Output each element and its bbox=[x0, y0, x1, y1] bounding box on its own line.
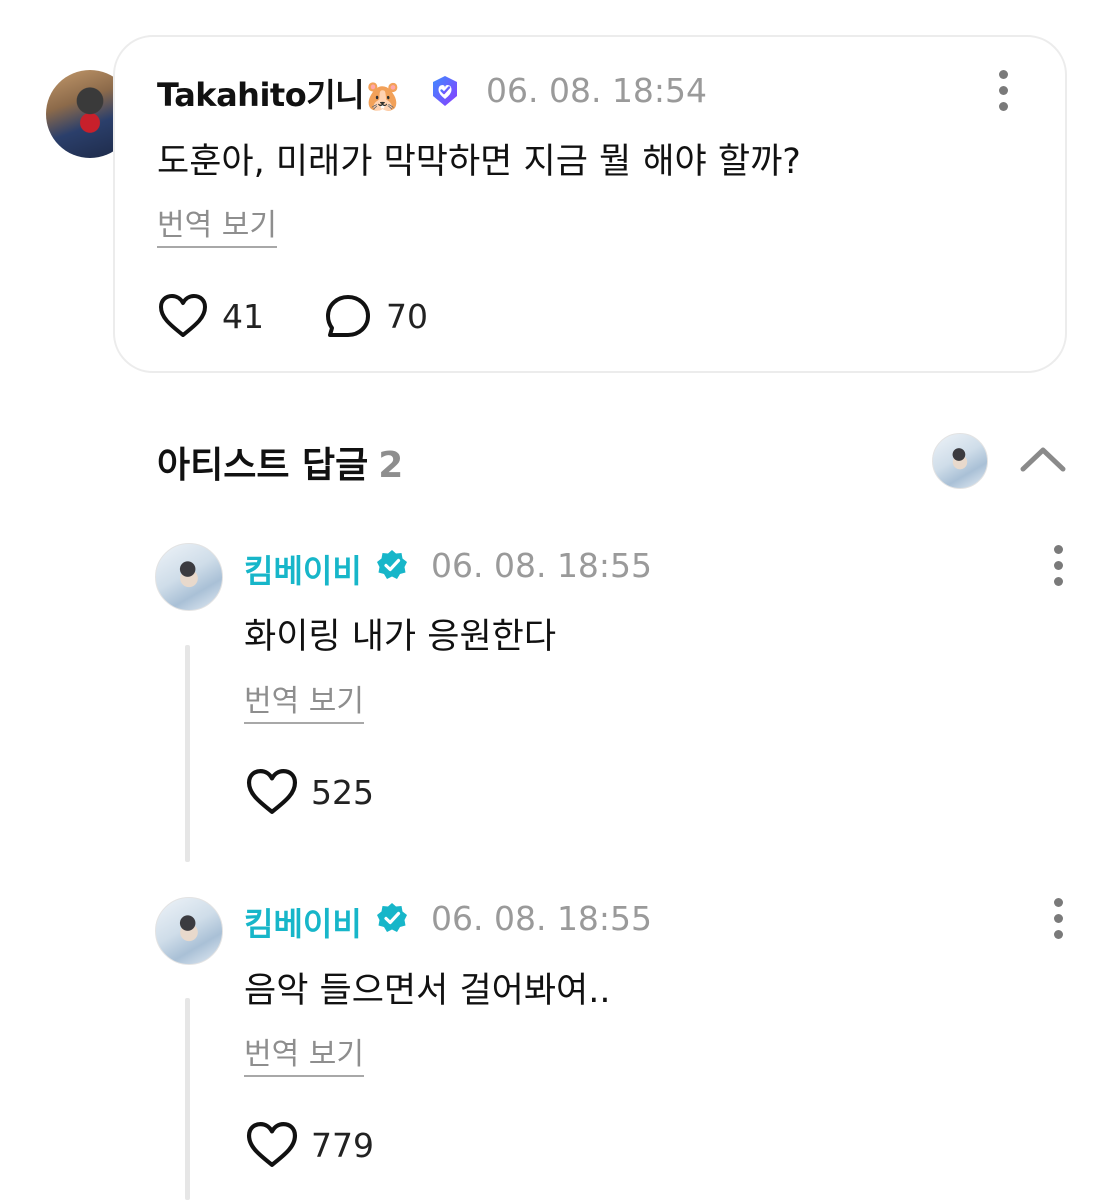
artist-avatar-small[interactable] bbox=[932, 433, 988, 489]
post-comment-count: 70 bbox=[386, 297, 428, 336]
artist-replies-count: 2 bbox=[378, 445, 404, 486]
speech-bubble-icon[interactable] bbox=[324, 293, 372, 341]
reply-1-timestamp: 06. 08. 18:55 bbox=[431, 546, 653, 585]
heart-outline-icon[interactable] bbox=[158, 293, 208, 339]
reply-2-more-icon[interactable] bbox=[1049, 898, 1069, 942]
reply-2-avatar[interactable] bbox=[155, 897, 223, 965]
verified-check-badge-icon bbox=[377, 903, 407, 932]
verified-check-badge-icon bbox=[377, 550, 407, 579]
reply-2-translate-link[interactable]: 번역 보기 bbox=[244, 1029, 364, 1077]
reply-1-like-count: 525 bbox=[311, 773, 374, 812]
artist-replies-title: 아티스트 답글 bbox=[157, 445, 369, 486]
post-more-icon[interactable] bbox=[994, 70, 1014, 114]
post-translate-link[interactable]: 번역 보기 bbox=[157, 200, 277, 248]
reply-2-username[interactable]: 킴베이비 bbox=[244, 899, 362, 945]
post-timestamp: 06. 08. 18:54 bbox=[486, 71, 708, 110]
reply-1-avatar[interactable] bbox=[155, 543, 223, 611]
reply-1-text: 화이링 내가 응원한다 bbox=[244, 617, 557, 657]
post-text: 도훈아, 미래가 막막하면 지금 뭘 해야 할까? bbox=[157, 142, 801, 182]
reply-1-translate-link[interactable]: 번역 보기 bbox=[244, 676, 364, 724]
heart-outline-icon[interactable] bbox=[245, 1121, 299, 1169]
heart-outline-icon[interactable] bbox=[245, 768, 299, 816]
poster-username[interactable]: Takahito기니🐹 bbox=[157, 70, 401, 116]
artist-replies-header: 아티스트 답글 2 bbox=[157, 436, 403, 488]
hamster-emoji: 🐹 bbox=[364, 79, 401, 114]
reply-1-username[interactable]: 킴베이비 bbox=[244, 546, 362, 592]
reply-2-text: 음악 들으면서 걸어봐여.. bbox=[244, 971, 611, 1011]
post-like-count: 41 bbox=[222, 297, 264, 336]
reply-2-timestamp: 06. 08. 18:55 bbox=[431, 899, 653, 938]
reply-2-like-count: 779 bbox=[311, 1126, 374, 1165]
check-heart-badge-icon bbox=[433, 76, 457, 106]
reply-1-more-icon[interactable] bbox=[1049, 545, 1069, 589]
chevron-up-icon[interactable] bbox=[1018, 444, 1068, 474]
reply-2-thread-line bbox=[185, 998, 190, 1200]
poster-username-text: Takahito기니 bbox=[157, 76, 365, 114]
reply-1-thread-line bbox=[185, 645, 190, 862]
